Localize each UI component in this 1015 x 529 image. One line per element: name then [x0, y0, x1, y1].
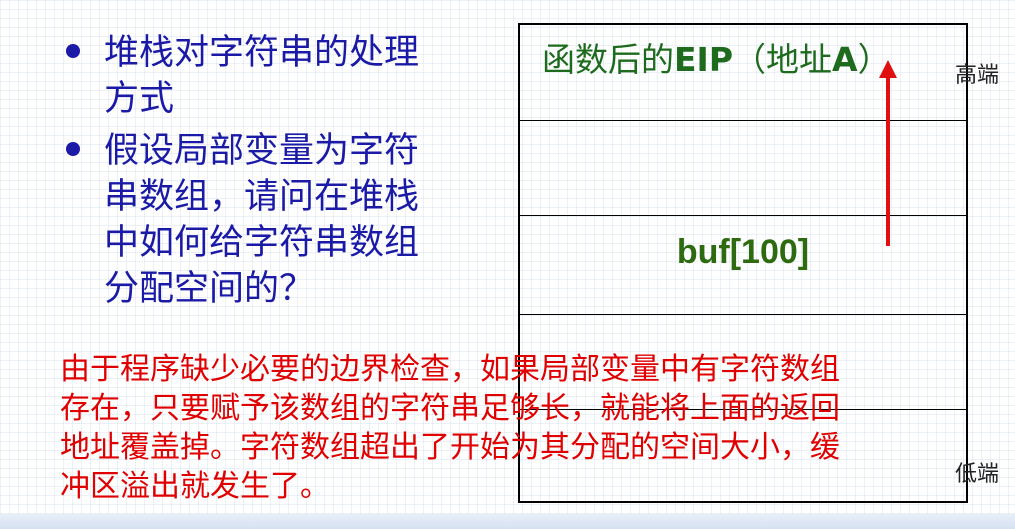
bullet-2-line-4: 分配空间的？ — [104, 269, 315, 309]
up-arrow-icon — [879, 60, 897, 246]
eip-label: 函数后的EIP（地址A） — [542, 40, 891, 79]
low-end-label: 低端 — [955, 462, 1000, 487]
bullet-list: 堆栈对字符串的处理 方式 假设局部变量为字符 串数组，请问在堆栈 中如何给字符串… — [60, 30, 480, 318]
bullet-dot-icon — [66, 44, 80, 58]
bullet-dot-icon — [66, 142, 80, 156]
bullet-1-line-1: 堆栈对字符串的处理 — [104, 33, 420, 73]
bullet-2-line-1: 假设局部变量为字符 — [104, 131, 420, 171]
bullet-item-1: 堆栈对字符串的处理 方式 — [60, 30, 480, 122]
bullet-2-line-2: 串数组，请问在堆栈 — [104, 177, 420, 217]
bullet-item-2: 假设局部变量为字符 串数组，请问在堆栈 中如何给字符串数组 分配空间的？ — [60, 128, 480, 312]
explanation-text: 由于程序缺少必要的边界检查，如果局部变量中有字符数组 存在，只要赋予该数组的字符… — [60, 350, 955, 506]
explanation-line-3: 地址覆盖掉。字符数组超出了开始为其分配的空间大小，缓 — [60, 430, 840, 465]
explanation-line-2: 存在，只要赋予该数组的字符串足够长，就能将上面的返回 — [60, 391, 840, 426]
bullet-1-line-2: 方式 — [104, 79, 175, 119]
bullet-2-line-3: 中如何给字符串数组 — [104, 223, 420, 263]
explanation-line-4: 冲区溢出就发生了。 — [60, 469, 330, 504]
explanation-line-1: 由于程序缺少必要的边界检查，如果局部变量中有字符数组 — [60, 352, 840, 387]
high-end-label: 高端 — [955, 63, 1000, 88]
bottom-strip — [0, 514, 1015, 529]
